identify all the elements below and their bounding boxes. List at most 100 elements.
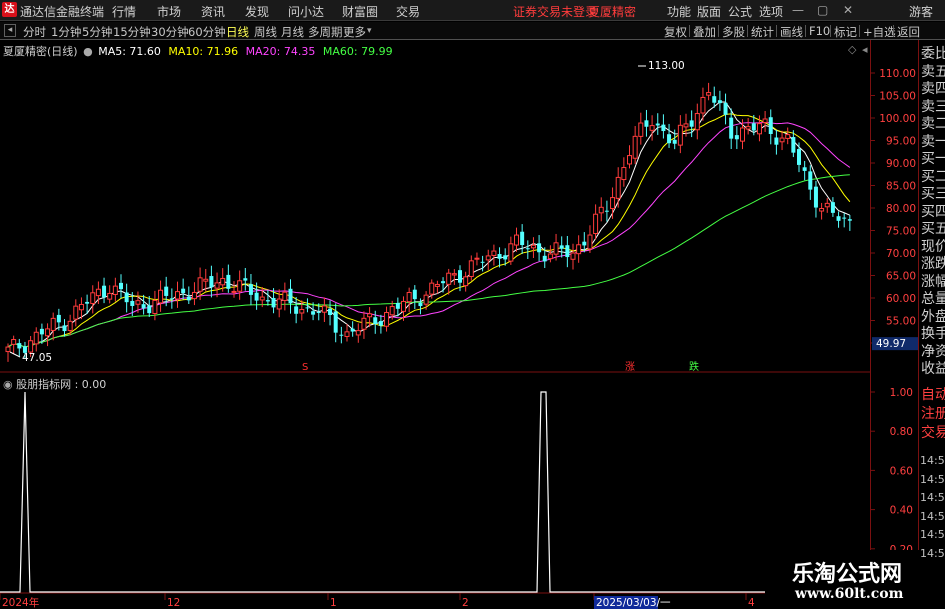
candle-body — [712, 96, 717, 103]
toolbar-separator — [805, 25, 806, 37]
candle-body — [537, 243, 542, 253]
watermark-url: www.60lt.com — [795, 586, 904, 602]
toolbar-adjust[interactable]: 复权 — [664, 24, 687, 40]
menu-bar: 达 通达信金融终端 行情 市场 资讯 发现 问小达 财富圈 交易 证券交易未登录… — [0, 0, 945, 21]
price-tick-label: 95.00 — [886, 136, 916, 148]
x-tick-label: 12 — [167, 597, 180, 609]
period-multi[interactable]: 多周期 — [308, 24, 343, 40]
toolbar-f10[interactable]: F10 — [809, 24, 830, 38]
candle-body — [779, 137, 785, 143]
period-timeshare[interactable]: 分时 — [23, 24, 46, 40]
candle-body — [694, 113, 700, 131]
candle-body — [559, 245, 564, 249]
candle-body — [497, 254, 502, 259]
period-more[interactable]: 更多 — [343, 24, 366, 40]
toolbar-separator — [747, 25, 748, 37]
candle-body — [45, 328, 51, 337]
candle-body — [169, 298, 174, 300]
trade-time: 14:56 — [920, 491, 945, 504]
collapse-left-icon[interactable]: ◂ — [4, 24, 16, 37]
candle-body — [582, 241, 587, 246]
toolbar-add-watchlist[interactable]: +自选 — [863, 24, 896, 40]
restore-icon[interactable]: ▢ — [817, 3, 828, 17]
signal-marker: 涨 — [625, 361, 635, 373]
more-dropdown-icon[interactable]: ▾ — [367, 26, 372, 36]
candle-body — [485, 255, 491, 261]
menu-market[interactable]: 市场 — [157, 3, 181, 20]
candle-body — [299, 308, 305, 314]
candle-body — [503, 255, 508, 260]
candle-body — [627, 155, 632, 165]
menu-wealth[interactable]: 财富圈 — [342, 3, 378, 20]
toolbar-mark[interactable]: 标记 — [834, 24, 857, 40]
candle-body — [214, 282, 220, 289]
candle-body — [39, 328, 44, 335]
indicator-tick-label: 0.40 — [890, 505, 913, 517]
price-tick-label: 70.00 — [886, 248, 916, 260]
period-1min[interactable]: 1分钟 — [51, 24, 81, 40]
candle-body — [847, 219, 852, 221]
candle-body — [547, 253, 553, 260]
candle-body — [164, 286, 169, 296]
candle-body — [395, 302, 400, 309]
candle-body — [130, 300, 135, 306]
menu-options[interactable]: 选项 — [759, 3, 783, 20]
candle-body — [774, 137, 779, 145]
minimize-icon[interactable]: — — [792, 3, 804, 17]
candle-body — [56, 314, 61, 323]
toolbar-overlay[interactable]: 叠加 — [693, 24, 716, 40]
candle-body — [819, 207, 825, 212]
menu-discover[interactable]: 发现 — [245, 3, 269, 20]
panel-action-1[interactable]: 注册 — [921, 403, 945, 423]
candle-body — [429, 282, 435, 295]
candle-body — [830, 202, 835, 213]
candle-body — [406, 292, 412, 303]
indicator-line — [0, 391, 870, 593]
candle-body — [717, 100, 722, 104]
candle-body — [745, 126, 751, 130]
menu-function[interactable]: 功能 — [667, 3, 691, 20]
menu-news[interactable]: 资讯 — [201, 3, 225, 20]
stock-name-notice[interactable]: 夏厦精密 — [588, 3, 636, 20]
panel-action-0[interactable]: 自动 — [921, 384, 945, 404]
menu-formula[interactable]: 公式 — [728, 3, 752, 20]
candle-body — [525, 248, 530, 250]
menu-ask[interactable]: 问小达 — [288, 3, 324, 20]
menu-layout[interactable]: 版面 — [697, 3, 721, 20]
menu-quotes[interactable]: 行情 — [112, 3, 136, 20]
period-30min[interactable]: 30分钟 — [151, 24, 189, 40]
period-daily[interactable]: 日线 — [226, 24, 249, 40]
candle-body — [152, 299, 158, 314]
toolbar-back[interactable]: 返回 — [897, 24, 920, 40]
candle-body — [423, 294, 429, 305]
period-5min[interactable]: 5分钟 — [82, 24, 112, 40]
kline-chart[interactable]: 2024年 12 1 2 2025/03/03/一 4 113.0047.05S 涨跌 — [0, 40, 870, 609]
toolbar-draw[interactable]: 画线 — [780, 24, 803, 40]
candle-body — [90, 292, 96, 304]
candle-body — [729, 117, 734, 139]
trade-time: 14:56 — [920, 546, 945, 560]
period-weekly[interactable]: 周线 — [254, 24, 277, 40]
toolbar-multistock[interactable]: 多股 — [722, 24, 745, 40]
toolbar-stats[interactable]: 统计 — [751, 24, 774, 40]
candle-body — [33, 331, 39, 345]
panel-action-2[interactable]: 交易 — [921, 422, 945, 442]
period-60min[interactable]: 60分钟 — [188, 24, 226, 40]
candle-body — [508, 243, 514, 262]
period-monthly[interactable]: 月线 — [281, 24, 304, 40]
candle-body — [191, 291, 197, 300]
trade-time: 14:56 — [920, 454, 945, 467]
candle-body — [17, 343, 22, 349]
candle-body — [141, 304, 146, 309]
login-notice[interactable]: 证券交易未登录 — [513, 3, 597, 20]
period-15min[interactable]: 15分钟 — [113, 24, 151, 40]
guest-label[interactable]: 游客 — [909, 3, 933, 20]
close-icon[interactable]: ✕ — [843, 3, 853, 17]
candle-body — [576, 244, 582, 255]
candle-body — [683, 123, 689, 128]
candle-body — [672, 139, 677, 144]
menu-trade[interactable]: 交易 — [396, 3, 420, 20]
ma60-line — [7, 174, 850, 348]
candle-body — [604, 210, 609, 212]
candle-body — [621, 167, 627, 181]
